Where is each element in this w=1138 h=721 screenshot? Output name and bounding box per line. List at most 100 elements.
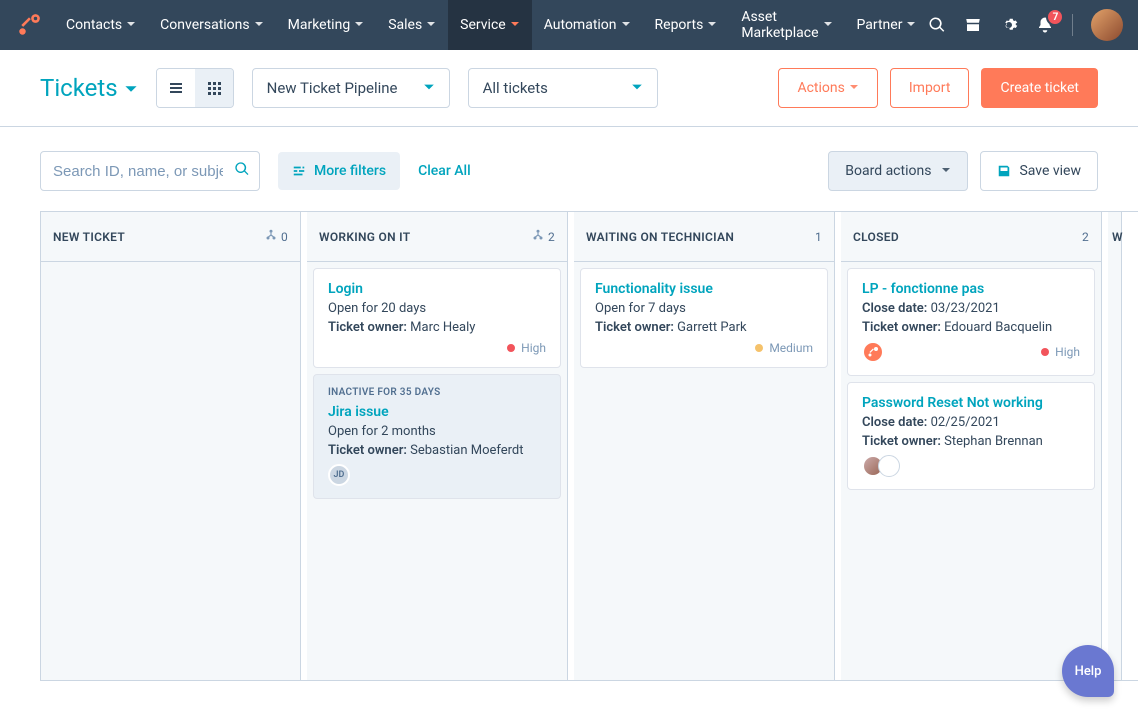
search-icon[interactable]: [928, 16, 946, 34]
ticket-card[interactable]: Functionality issueOpen for 7 daysTicket…: [580, 268, 828, 368]
nav-item-label: Reports: [655, 17, 704, 33]
avatar: JD: [328, 464, 350, 486]
column-waiting-on-technician: WAITING ON TECHNICIAN1 Functionality issu…: [574, 212, 835, 680]
more-filters-button[interactable]: More filters: [278, 152, 400, 190]
nav-item-reports[interactable]: Reports: [643, 0, 730, 50]
header-right: Actions Import Create ticket: [778, 68, 1098, 108]
ticket-card[interactable]: INACTIVE FOR 35 DAYSJira issueOpen for 2…: [313, 374, 561, 499]
column-closed: CLOSED2 LP - fonctionne pas Close date: 03…: [841, 212, 1102, 680]
nav-item-service[interactable]: Service: [448, 0, 532, 50]
header-left: Tickets New Ticket Pipeline All tickets: [40, 68, 658, 108]
ticket-open-for: Open for 2 months: [328, 424, 546, 439]
top-nav: Contacts Conversations Marketing Sales Servi…: [0, 0, 1138, 50]
ticket-card[interactable]: LoginOpen for 20 daysTicket owner: Marc …: [313, 268, 561, 368]
ticket-close-date: Close date: 03/23/2021: [862, 301, 1080, 316]
nav-item-label: Asset Marketplace: [741, 9, 818, 41]
ticket-title[interactable]: Functionality issue: [595, 281, 813, 297]
notifications-icon[interactable]: 7: [1036, 16, 1054, 34]
ticket-owner: Ticket owner: Marc Healy: [328, 320, 546, 335]
hubspot-logo[interactable]: [16, 12, 42, 38]
priority-badge: Medium: [755, 341, 813, 355]
filters-left: More filters Clear All: [40, 151, 471, 191]
create-ticket-button[interactable]: Create ticket: [981, 68, 1098, 108]
column-body[interactable]: LoginOpen for 20 daysTicket owner: Marc …: [307, 262, 567, 680]
column-new-ticket: NEW TICKET0: [40, 212, 301, 680]
chevron-down-icon: [621, 17, 631, 33]
column-count: 1: [815, 230, 822, 244]
ticket-close-date: Close date: 02/25/2021: [862, 415, 1080, 430]
priority-label: High: [521, 341, 546, 355]
nav-item-label: Marketing: [288, 17, 351, 33]
column-working-on-it: WORKING ON IT2 LoginOpen for 20 daysTicke…: [307, 212, 568, 680]
chevron-down-icon: [849, 80, 859, 96]
priority-dot: [755, 344, 763, 352]
nav-right: 7: [928, 0, 1138, 50]
chevron-down-icon: [426, 17, 436, 33]
page-title-text: Tickets: [40, 74, 118, 102]
column-body[interactable]: Functionality issueOpen for 7 daysTicket…: [574, 262, 834, 680]
priority-badge: High: [507, 341, 546, 355]
avatar: [862, 341, 884, 363]
nav-item-partner[interactable]: Partner: [845, 0, 929, 50]
actions-button[interactable]: Actions: [778, 68, 877, 108]
clear-all-button[interactable]: Clear All: [418, 163, 471, 179]
view-toggle: [156, 68, 234, 108]
settings-icon[interactable]: [1000, 16, 1018, 34]
nav-item-asset-marketplace[interactable]: Asset Marketplace: [729, 0, 844, 50]
column-header[interactable]: CLOSED2: [841, 212, 1101, 262]
ticket-title[interactable]: Jira issue: [328, 404, 546, 420]
nav-item-contacts[interactable]: Contacts: [54, 0, 148, 50]
column-header[interactable]: WORKING ON IT2: [307, 212, 567, 262]
board-actions-label: Board actions: [845, 163, 931, 179]
user-avatar[interactable]: [1091, 9, 1123, 41]
ticket-owner: Ticket owner: Edouard Bacquelin: [862, 320, 1080, 335]
ticket-card[interactable]: Password Reset Not working Close date: 02…: [847, 382, 1095, 490]
search-input[interactable]: [40, 151, 260, 191]
search-icon: [234, 161, 250, 181]
help-label: Help: [1075, 664, 1102, 679]
card-avatars: [862, 455, 894, 477]
nav-item-sales[interactable]: Sales: [376, 0, 448, 50]
pipeline-select[interactable]: New Ticket Pipeline: [252, 68, 450, 108]
filters-right: Board actions Save view: [828, 151, 1098, 191]
import-label: Import: [909, 80, 951, 96]
import-button[interactable]: Import: [890, 68, 970, 108]
nav-divider: [1072, 14, 1073, 36]
nav-item-automation[interactable]: Automation: [532, 0, 643, 50]
notification-badge: 7: [1046, 8, 1064, 26]
column-body[interactable]: [41, 262, 300, 680]
nav-item-label: Service: [460, 17, 506, 33]
save-view-button[interactable]: Save view: [980, 151, 1098, 191]
ticket-title[interactable]: Login: [328, 281, 546, 297]
nav-item-label: Sales: [388, 17, 422, 33]
chevron-down-icon: [707, 17, 717, 33]
column-body[interactable]: LP - fonctionne pas Close date: 03/23/202…: [841, 262, 1101, 680]
card-footer: Medium: [595, 341, 813, 355]
ticket-title[interactable]: LP - fonctionne pas: [862, 281, 1080, 297]
board-view-button[interactable]: [195, 69, 233, 107]
ticket-card[interactable]: LP - fonctionne pas Close date: 03/23/202…: [847, 268, 1095, 376]
card-footer: [862, 455, 1080, 477]
nav-item-marketing[interactable]: Marketing: [276, 0, 377, 50]
tickets-filter-select[interactable]: All tickets: [468, 68, 658, 108]
board-actions-button[interactable]: Board actions: [828, 151, 968, 191]
help-button[interactable]: Help: [1062, 645, 1114, 697]
list-view-button[interactable]: [157, 69, 195, 107]
nav-item-conversations[interactable]: Conversations: [148, 0, 275, 50]
card-footer: High: [328, 341, 546, 355]
page-title-dropdown[interactable]: Tickets: [40, 74, 138, 102]
sliders-icon: [292, 164, 306, 178]
ticket-title[interactable]: Password Reset Not working: [862, 395, 1080, 411]
nav-item-label: Automation: [544, 17, 617, 33]
priority-label: High: [1055, 345, 1080, 359]
nav-item-label: Contacts: [66, 17, 122, 33]
chevron-down-icon: [423, 79, 435, 97]
split-icon: [265, 229, 277, 244]
chevron-down-icon: [510, 17, 520, 33]
column-header[interactable]: WAITING ON TECHNICIAN1: [574, 212, 834, 262]
card-footer: High: [862, 341, 1080, 363]
page-header: Tickets New Ticket Pipeline All tickets …: [0, 50, 1138, 127]
marketplace-icon[interactable]: [964, 16, 982, 34]
column-header[interactable]: NEW TICKET0: [41, 212, 300, 262]
actions-label: Actions: [797, 80, 844, 96]
